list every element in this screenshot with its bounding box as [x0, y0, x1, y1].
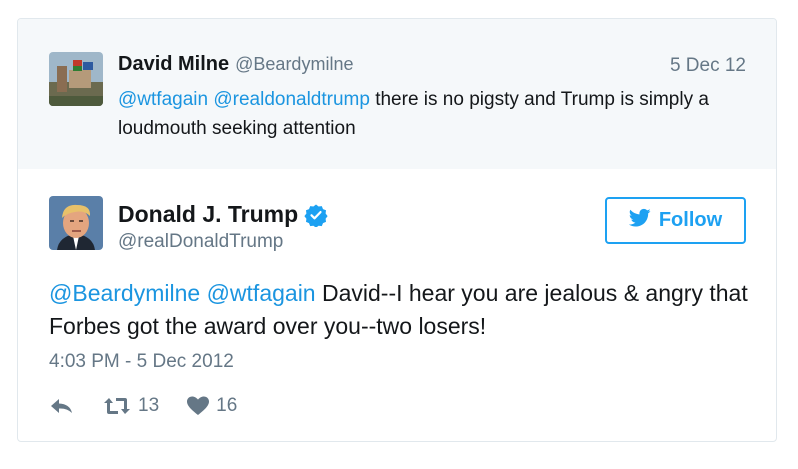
- like-count: 16: [216, 395, 238, 416]
- reply-author-display-name[interactable]: David Milne: [118, 53, 229, 75]
- reply-icon: [49, 396, 75, 416]
- mention-link[interactable]: @wtfagain: [207, 280, 316, 306]
- retweet-icon: [103, 396, 131, 416]
- tweet-timestamp[interactable]: 4:03 PM - 5 Dec 2012: [49, 351, 234, 373]
- mention-link[interactable]: @realdonaldtrump: [213, 89, 370, 110]
- follow-button[interactable]: Follow: [605, 197, 746, 244]
- reply-tweet-text: @wtfagain @realdonaldtrump there is no p…: [118, 85, 738, 143]
- reply-date[interactable]: 5 Dec 12: [670, 55, 746, 77]
- in-reply-to-tweet[interactable]: David Milne @Beardymilne 5 Dec 12 @wtfaga…: [18, 19, 776, 169]
- reply-button[interactable]: [49, 396, 75, 416]
- embedded-tweet-card: David Milne @Beardymilne 5 Dec 12 @wtfaga…: [17, 18, 777, 442]
- david-milne-avatar[interactable]: [49, 52, 103, 106]
- tweet-text: @Beardymilne @wtfagain David--I hear you…: [49, 277, 759, 343]
- follow-label: Follow: [658, 209, 723, 231]
- retweet-button[interactable]: 13: [103, 395, 159, 417]
- reply-author-name[interactable]: David Milne @Beardymilne: [118, 53, 353, 76]
- verified-badge-icon: [304, 203, 328, 227]
- tweet-author-display-name[interactable]: Donald J. Trump: [118, 201, 298, 228]
- donald-trump-avatar[interactable]: [49, 196, 103, 250]
- mention-link[interactable]: @Beardymilne: [49, 280, 200, 306]
- reply-author-handle[interactable]: @Beardymilne: [235, 54, 353, 74]
- like-button[interactable]: 16: [187, 395, 237, 417]
- retweet-count: 13: [138, 395, 160, 416]
- tweet-actions: 13 16: [49, 395, 237, 417]
- mention-link[interactable]: @wtfagain: [118, 89, 208, 110]
- tweet-author-name[interactable]: Donald J. Trump: [118, 201, 328, 228]
- heart-icon: [187, 396, 210, 416]
- tweet-author-handle[interactable]: @realDonaldTrump: [118, 231, 283, 253]
- twitter-bird-icon: [628, 208, 651, 234]
